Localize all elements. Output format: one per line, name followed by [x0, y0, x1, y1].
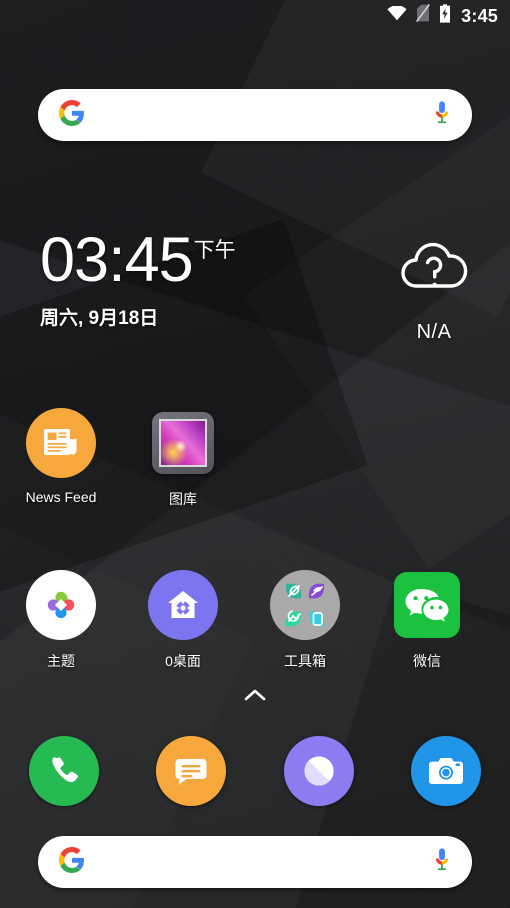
messages-icon [156, 736, 227, 806]
toolbox-folder-icon [270, 570, 340, 640]
dock-app-phone[interactable] [0, 736, 128, 806]
folder-mini-icon-1 [285, 583, 302, 599]
search-input-bottom[interactable] [85, 836, 432, 888]
app-slot-empty [366, 408, 488, 509]
no-sim-icon [416, 3, 431, 27]
browser-icon [283, 736, 354, 806]
dock-app-camera[interactable] [383, 736, 510, 806]
chevron-up-icon[interactable] [243, 688, 267, 707]
google-search-bar-bottom[interactable] [38, 836, 472, 888]
google-g-icon [59, 846, 85, 878]
themes-icon [26, 570, 96, 640]
app-desktop-launcher[interactable]: 0桌面 [122, 570, 244, 671]
app-drawer-handle[interactable] [0, 688, 510, 707]
app-label: 工具箱 [284, 653, 326, 669]
clock-time-row: 03:45 下午 [40, 225, 236, 295]
folder-mini-icon-3 [285, 610, 302, 627]
wifi-icon [387, 4, 407, 26]
app-wechat[interactable]: 微信 [366, 570, 488, 671]
gallery-photo-thumb [159, 419, 207, 467]
app-news-feed[interactable]: News Feed [0, 408, 122, 509]
microphone-icon[interactable] [432, 100, 452, 131]
app-gallery[interactable]: 图库 [122, 408, 244, 509]
camera-icon [411, 736, 482, 806]
search-input-top[interactable] [85, 89, 432, 141]
app-label: News Feed [25, 489, 97, 505]
desktop-launcher-icon [148, 570, 218, 640]
clock-widget[interactable]: 03:45 下午 周六, 9月18日 [40, 225, 236, 330]
folder-mini-icon-4 [308, 611, 325, 627]
app-label: 主题 [47, 653, 75, 669]
folder-toolbox[interactable]: 工具箱 [244, 570, 366, 671]
folder-mini-icon-2 [308, 583, 325, 599]
google-search-bar-top[interactable] [38, 89, 472, 141]
app-themes[interactable]: 主题 [0, 570, 122, 671]
clock-time: 03:45 [40, 225, 194, 295]
phone-icon [28, 736, 99, 806]
clock-date: 周六, 9月18日 [40, 307, 159, 329]
weather-temperature: N/A [416, 321, 452, 343]
microphone-icon[interactable] [432, 847, 452, 878]
battery-charging-icon [439, 3, 451, 28]
status-bar[interactable]: 3:45 [0, 0, 510, 31]
dock [0, 736, 510, 806]
home-app-row-1: News Feed 图库 [0, 408, 510, 509]
weather-widget[interactable]: N/A [392, 240, 476, 344]
wechat-icon [394, 572, 460, 638]
app-label: 微信 [413, 653, 441, 669]
google-g-icon [59, 99, 85, 131]
gallery-icon [152, 412, 214, 474]
news-feed-icon [26, 408, 96, 478]
status-bar-clock: 3:45 [461, 5, 498, 26]
dock-app-browser[interactable] [255, 736, 383, 806]
app-label: 图库 [169, 491, 197, 507]
app-label: 0桌面 [165, 653, 201, 669]
clock-ampm: 下午 [193, 239, 236, 262]
dock-app-messages[interactable] [128, 736, 256, 806]
app-slot-empty [244, 408, 366, 509]
cloud-question-icon [396, 242, 472, 302]
home-app-row-2: 主题 0桌面 工具箱 微信 [0, 570, 510, 671]
